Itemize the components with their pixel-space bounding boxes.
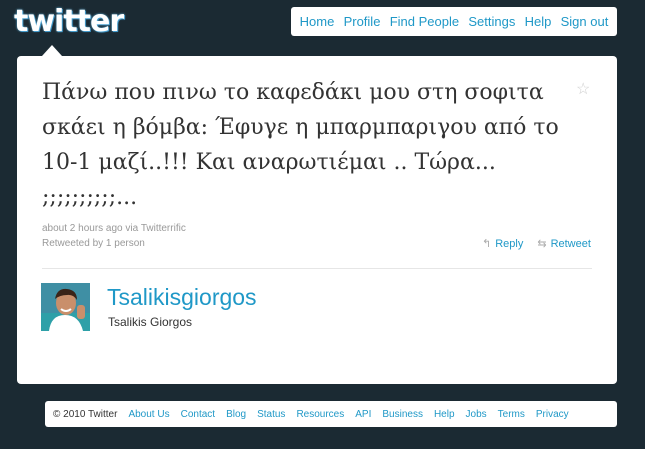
avatar[interactable] — [41, 283, 90, 331]
copyright: © 2010 Twitter — [53, 408, 118, 420]
footer-terms[interactable]: Terms — [498, 409, 525, 420]
star-icon[interactable]: ☆ — [576, 79, 590, 99]
retweet-label: Retweet — [550, 237, 591, 250]
nav-sign-out[interactable]: Sign out — [561, 14, 609, 29]
divider — [42, 268, 592, 269]
tweet-text: Πάνω που πινω το καφεδάκι μου στη σοφιτα… — [42, 80, 559, 210]
footer-resources[interactable]: Resources — [296, 409, 344, 420]
footer-help[interactable]: Help — [434, 409, 455, 420]
nav-profile[interactable]: Profile — [344, 14, 381, 29]
nav-home[interactable]: Home — [300, 14, 335, 29]
footer-api[interactable]: API — [355, 409, 371, 420]
footer-blog[interactable]: Blog — [226, 409, 246, 420]
retweeted-by[interactable]: Retweeted by 1 person — [42, 238, 145, 249]
retweet-icon: ⇆ — [537, 238, 547, 250]
footer-jobs[interactable]: Jobs — [466, 409, 487, 420]
author-username[interactable]: Tsalikisgiorgos — [107, 284, 257, 311]
top-navigation: Home Profile Find People Settings Help S… — [291, 7, 617, 36]
reply-button[interactable]: ↰ Reply — [482, 237, 524, 251]
footer-contact[interactable]: Contact — [181, 409, 215, 420]
reply-label: Reply — [495, 237, 524, 250]
footer-about-us[interactable]: About Us — [128, 409, 169, 420]
footer-business[interactable]: Business — [382, 409, 423, 420]
tweet-actions: ↰ Reply ⇆ Retweet — [482, 237, 591, 251]
tweet-panel: Πάνω που πινω το καφεδάκι μου στη σοφιτα… — [17, 56, 617, 384]
tweet-meta: about 2 hours ago via Twitterrific — [42, 223, 186, 234]
tweet-timestamp[interactable]: about 2 hours ago — [42, 223, 123, 234]
author-full-name: Tsalikis Giorgos — [108, 315, 193, 329]
reply-arrow-icon: ↰ — [482, 238, 492, 250]
nav-settings[interactable]: Settings — [468, 14, 515, 29]
speech-pointer — [42, 45, 62, 56]
footer: © 2010 Twitter About Us Contact Blog Sta… — [45, 401, 617, 427]
nav-help[interactable]: Help — [525, 14, 552, 29]
footer-status[interactable]: Status — [257, 409, 285, 420]
nav-find-people[interactable]: Find People — [390, 14, 459, 29]
twitter-logo[interactable]: twitter — [14, 4, 124, 39]
footer-privacy[interactable]: Privacy — [536, 409, 569, 420]
via-label: via — [125, 223, 139, 234]
tweet-source[interactable]: Twitterrific — [141, 223, 186, 234]
retweet-button[interactable]: ⇆ Retweet — [537, 237, 591, 251]
